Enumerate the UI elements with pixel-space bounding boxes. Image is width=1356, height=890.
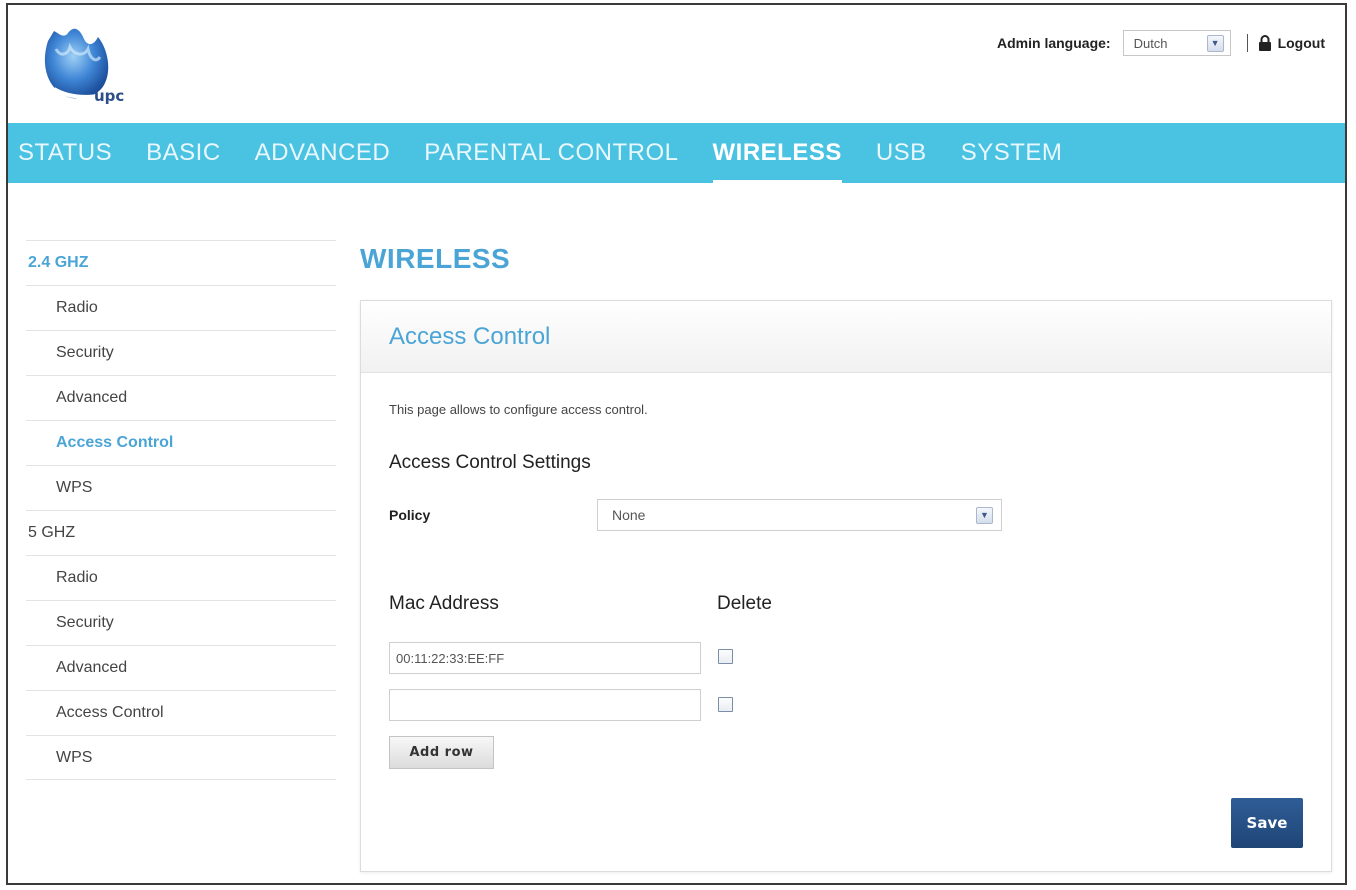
admin-language-select[interactable]: Dutch ▼ <box>1122 30 1231 56</box>
sidebar-item-security[interactable]: Security <box>26 330 336 375</box>
nav-advanced[interactable]: ADVANCED <box>255 123 391 183</box>
nav-parental-control[interactable]: PARENTAL CONTROL <box>424 123 678 183</box>
delete-checkbox[interactable] <box>718 649 733 664</box>
sidebar-item-5ghz-radio[interactable]: Radio <box>26 555 336 600</box>
chevron-down-icon: ▼ <box>1206 34 1224 52</box>
nav-usb[interactable]: USB <box>876 123 927 183</box>
policy-label: Policy <box>389 507 431 523</box>
delete-header: Delete <box>717 593 772 614</box>
upc-logo <box>44 28 135 99</box>
nav-wireless[interactable]: WIRELESS <box>712 123 843 183</box>
add-row-button[interactable]: Add row <box>389 736 494 769</box>
header-controls: Admin language: Dutch ▼ Logout <box>997 30 1325 56</box>
mac-address-input[interactable] <box>389 689 701 721</box>
main-nav: STATUS BASIC ADVANCED PARENTAL CONTROL W… <box>8 123 1345 183</box>
sidebar-group-5ghz[interactable]: 5 GHZ <box>26 510 336 555</box>
policy-select[interactable]: None ▼ <box>597 499 1002 531</box>
sidebar-item-5ghz-advanced[interactable]: Advanced <box>26 645 336 690</box>
panel-title: Access Control <box>389 322 551 350</box>
settings-title: Access Control Settings <box>389 452 591 473</box>
save-button[interactable]: Save <box>1231 798 1303 848</box>
logout-label: Logout <box>1277 35 1325 51</box>
delete-checkbox[interactable] <box>718 697 733 712</box>
admin-language-label: Admin language: <box>997 35 1111 51</box>
nav-basic[interactable]: BASIC <box>146 123 221 183</box>
sidebar-item-access-control[interactable]: Access Control <box>26 420 336 465</box>
router-admin-window: upc Admin language: Dutch ▼ Logout STATU… <box>6 3 1347 885</box>
mac-address-header: Mac Address <box>389 593 499 614</box>
nav-system[interactable]: SYSTEM <box>961 123 1063 183</box>
nav-status[interactable]: STATUS <box>18 123 112 183</box>
sidebar-item-5ghz-wps[interactable]: WPS <box>26 735 336 780</box>
chevron-down-icon: ▼ <box>976 506 993 524</box>
sidebar-item-5ghz-security[interactable]: Security <box>26 600 336 645</box>
lock-icon <box>1258 35 1271 51</box>
logout-link[interactable]: Logout <box>1258 35 1325 51</box>
sidebar-group-2-4ghz[interactable]: 2.4 GHZ <box>26 240 336 285</box>
admin-language-value: Dutch <box>1133 35 1168 51</box>
mac-address-input[interactable] <box>389 642 701 674</box>
sidebar-item-advanced[interactable]: Advanced <box>26 375 336 420</box>
access-control-panel: Access Control This page allows to confi… <box>360 300 1332 872</box>
page-title: WIRELESS <box>360 243 511 274</box>
sidebar-item-5ghz-access-control[interactable]: Access Control <box>26 690 336 735</box>
divider <box>1246 34 1248 52</box>
sidebar: 2.4 GHZ Radio Security Advanced Access C… <box>26 240 336 780</box>
policy-value: None <box>612 507 646 523</box>
page-description: This page allows to configure access con… <box>389 402 648 417</box>
sidebar-item-radio[interactable]: Radio <box>26 285 336 330</box>
panel-header: Access Control <box>361 301 1331 373</box>
brand-name: upc <box>94 87 125 105</box>
sidebar-item-wps[interactable]: WPS <box>26 465 336 510</box>
